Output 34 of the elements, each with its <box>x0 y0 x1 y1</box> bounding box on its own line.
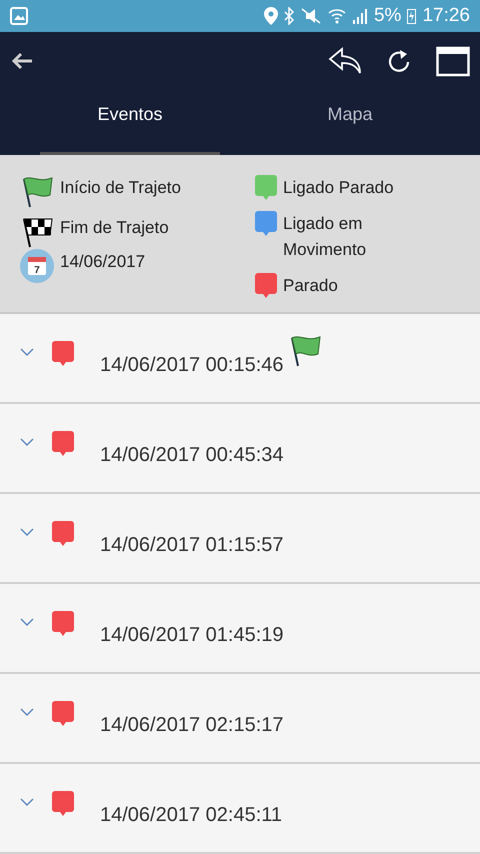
back-button[interactable] <box>10 51 34 71</box>
legend-label: Ligado Parado <box>283 177 395 199</box>
legend-label: Parado <box>283 275 339 297</box>
mute-icon <box>300 8 322 24</box>
signal-icon <box>352 8 368 24</box>
event-time: 14/06/2017 02:15:17 <box>100 714 284 736</box>
bluetooth-icon <box>284 7 294 25</box>
battery-percent: 5% <box>374 5 402 27</box>
event-row[interactable]: 14/06/2017 01:45:19 <box>0 584 480 674</box>
event-row[interactable]: 14/06/2017 01:15:57 <box>0 494 480 584</box>
event-time: 14/06/2017 02:45:11 <box>100 804 282 826</box>
legend-label: Ligado em Movimento <box>283 213 368 261</box>
event-time: 14/06/2017 01:15:57 <box>100 534 284 556</box>
event-row[interactable]: 14/06/2017 02:15:17 <box>0 674 480 764</box>
event-row[interactable]: 14/06/2017 02:45:11 <box>0 764 480 854</box>
refresh-button[interactable] <box>386 47 412 75</box>
location-icon <box>264 7 278 25</box>
wifi-icon <box>328 8 346 24</box>
calendar-button[interactable] <box>436 45 470 77</box>
image-icon <box>10 7 28 25</box>
clock-time: 17:26 <box>422 5 470 27</box>
legend-label: Início de Trajeto <box>60 177 181 199</box>
calendar-icon: 7 <box>20 249 54 283</box>
event-time: 14/06/2017 00:15:46 <box>100 354 284 376</box>
event-time: 14/06/2017 01:45:19 <box>100 624 284 646</box>
flag-icon <box>20 175 54 209</box>
battery-icon <box>407 8 416 24</box>
event-row[interactable]: 14/06/2017 00:15:46 <box>0 314 480 404</box>
event-time: 14/06/2017 00:45:34 <box>100 444 284 466</box>
tab[interactable]: Mapa <box>260 90 440 155</box>
legend-label: Fim de Trajeto <box>60 217 169 239</box>
legend-label: 14/06/2017 <box>60 251 146 273</box>
event-row[interactable]: 14/06/2017 00:45:34 <box>0 404 480 494</box>
reply-button[interactable] <box>328 47 362 75</box>
